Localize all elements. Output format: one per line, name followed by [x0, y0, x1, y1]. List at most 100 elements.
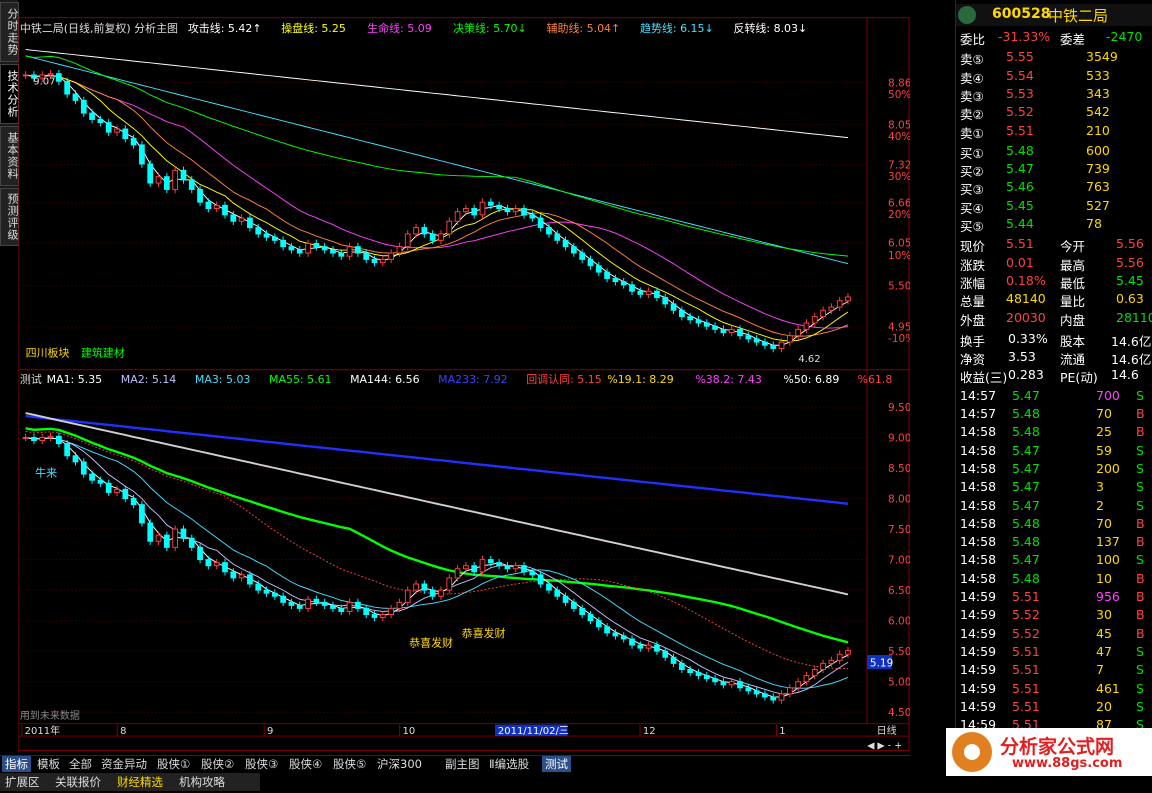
- bottom-tab-9[interactable]: 沪深300: [374, 756, 425, 772]
- main-candle: [662, 297, 669, 305]
- sub-candle: [205, 559, 212, 567]
- sub-ma3: [25, 437, 849, 689]
- bottom-tab-0[interactable]: 指标: [2, 756, 31, 772]
- sub-candle: [820, 662, 826, 670]
- bid-row: 买① 5.48 600: [956, 142, 1152, 161]
- bottom-tab-4[interactable]: 股侠①: [154, 756, 193, 772]
- sub-indicator-4: MA144: 6.56: [350, 373, 420, 386]
- current-price-tag: 5.19: [870, 657, 893, 669]
- q-cell: 3: [1096, 479, 1104, 495]
- main-candle: [836, 300, 843, 308]
- main-candle: [180, 169, 187, 181]
- sub-candle: [496, 562, 502, 567]
- time-axis-label: 9: [267, 726, 273, 737]
- main-candle: [620, 281, 627, 286]
- main-candle: [753, 338, 760, 343]
- sub-candle: [454, 568, 461, 579]
- bottom-tab-11[interactable]: Ⅱ编选股: [486, 756, 532, 772]
- bottom-tab-2[interactable]: 全部: [66, 756, 95, 772]
- q-cell: 5.48: [1012, 406, 1040, 421]
- extension-tab-1[interactable]: 关联报价: [52, 774, 104, 790]
- main-candle: [512, 208, 519, 213]
- main-candle: [97, 118, 104, 124]
- q-cell: 100: [1096, 552, 1120, 568]
- sub-candle: [811, 669, 818, 677]
- main-candle: [579, 252, 586, 260]
- sub-candle: [604, 626, 610, 634]
- main-candle: [421, 227, 428, 235]
- bottom-tab-10[interactable]: 副主图: [442, 756, 483, 772]
- low-label: 4.62: [798, 354, 820, 365]
- stock-header: 600528 中铁二局: [956, 4, 1152, 26]
- q-cell: 5.56: [1116, 254, 1144, 270]
- q-cell: 5.48: [1012, 424, 1040, 440]
- tick-row: 14:58 5.47 200 S: [956, 460, 1152, 478]
- time-axis-label: 12: [643, 726, 656, 737]
- q-cell: B: [1136, 570, 1145, 586]
- q-cell: 3.53: [1008, 349, 1036, 365]
- q-cell: S: [1136, 680, 1144, 696]
- main-candle: [255, 227, 262, 235]
- bottom-tab-8[interactable]: 股侠⑤: [330, 756, 369, 772]
- q-cell: 47: [1096, 643, 1112, 659]
- sub-candle: [695, 672, 702, 677]
- sub-candle: [271, 592, 278, 597]
- q-cell: 956: [1096, 589, 1120, 604]
- q-cell: 外盘: [960, 312, 986, 328]
- sub-candle: [479, 559, 486, 573]
- time-axis-label: 2011年: [25, 724, 60, 737]
- q-cell: 461: [1096, 680, 1120, 696]
- main-candle: [47, 73, 54, 76]
- q-cell: 14:59: [960, 680, 997, 696]
- tab-technical[interactable]: 技术分析: [0, 64, 19, 124]
- main-operate-line: [25, 74, 849, 342]
- q-cell: 210: [1086, 122, 1110, 138]
- q-cell: 70: [1096, 515, 1112, 531]
- tab-realtime[interactable]: 分时走势: [0, 2, 19, 62]
- sub-candle: [529, 571, 536, 576]
- cursor-date: 2011/11/02/三: [498, 726, 569, 737]
- bottom-tab-12[interactable]: 测试: [542, 756, 571, 772]
- q-cell: S: [1136, 552, 1144, 568]
- bottom-tab-3[interactable]: 资金异动: [98, 756, 150, 772]
- main-candle: [355, 246, 361, 254]
- sub-candle: [654, 644, 660, 652]
- main-candle: [778, 341, 785, 349]
- sub-candle: [313, 598, 320, 603]
- q-cell: 5.52: [1006, 104, 1034, 120]
- q-cell: 买⑤: [960, 219, 984, 234]
- kline-chart[interactable]: 中铁二局(日线,前复权) 分析主图 攻击线: 5.42↑ 操盘线: 5.25 生命线…: [18, 0, 910, 770]
- stat2-row: 换手 0.33% 股本 14.6亿: [956, 330, 1152, 349]
- bottom-tab-1[interactable]: 模板: [34, 756, 63, 772]
- extension-tab-0[interactable]: 扩展区: [2, 774, 43, 790]
- ask-row: 卖① 5.51 210: [956, 122, 1152, 141]
- tab-fundamentals[interactable]: 基本资料: [0, 126, 19, 186]
- period-label[interactable]: 日线: [877, 724, 897, 737]
- tab-forecast[interactable]: 预测评级: [0, 188, 19, 246]
- q-cell: 533: [1086, 67, 1110, 83]
- main-candle: [404, 233, 411, 248]
- sub-candle: [321, 601, 328, 606]
- q-cell: 14:59: [960, 662, 997, 678]
- q-cell: 内盘: [1060, 312, 1086, 328]
- q-cell: 14:58: [960, 460, 997, 476]
- sub-candle: [629, 638, 635, 646]
- sub-candle: [537, 574, 544, 585]
- sub-candle: [413, 583, 419, 591]
- sub-candle: [72, 455, 79, 463]
- sub-candle: [803, 675, 810, 683]
- main-candle: [770, 344, 777, 349]
- main-axis-label: 50%: [888, 89, 910, 101]
- sub-candle: [197, 546, 203, 561]
- q-cell: 5.48: [1006, 142, 1034, 158]
- q-cell: 45: [1096, 625, 1112, 641]
- scroll-arrows[interactable]: ◀ ▶ - +: [867, 740, 902, 751]
- bottom-tab-7[interactable]: 股侠④: [286, 756, 325, 772]
- bottom-tab-5[interactable]: 股侠②: [198, 756, 237, 772]
- sub-candle: [47, 435, 54, 438]
- extension-tab-3[interactable]: 机构攻略: [176, 774, 228, 790]
- bottom-tab-6[interactable]: 股侠③: [242, 756, 281, 772]
- q-cell: 5.51: [1012, 680, 1040, 696]
- main-candle: [371, 258, 378, 264]
- extension-tab-2[interactable]: 财经精选: [114, 774, 166, 790]
